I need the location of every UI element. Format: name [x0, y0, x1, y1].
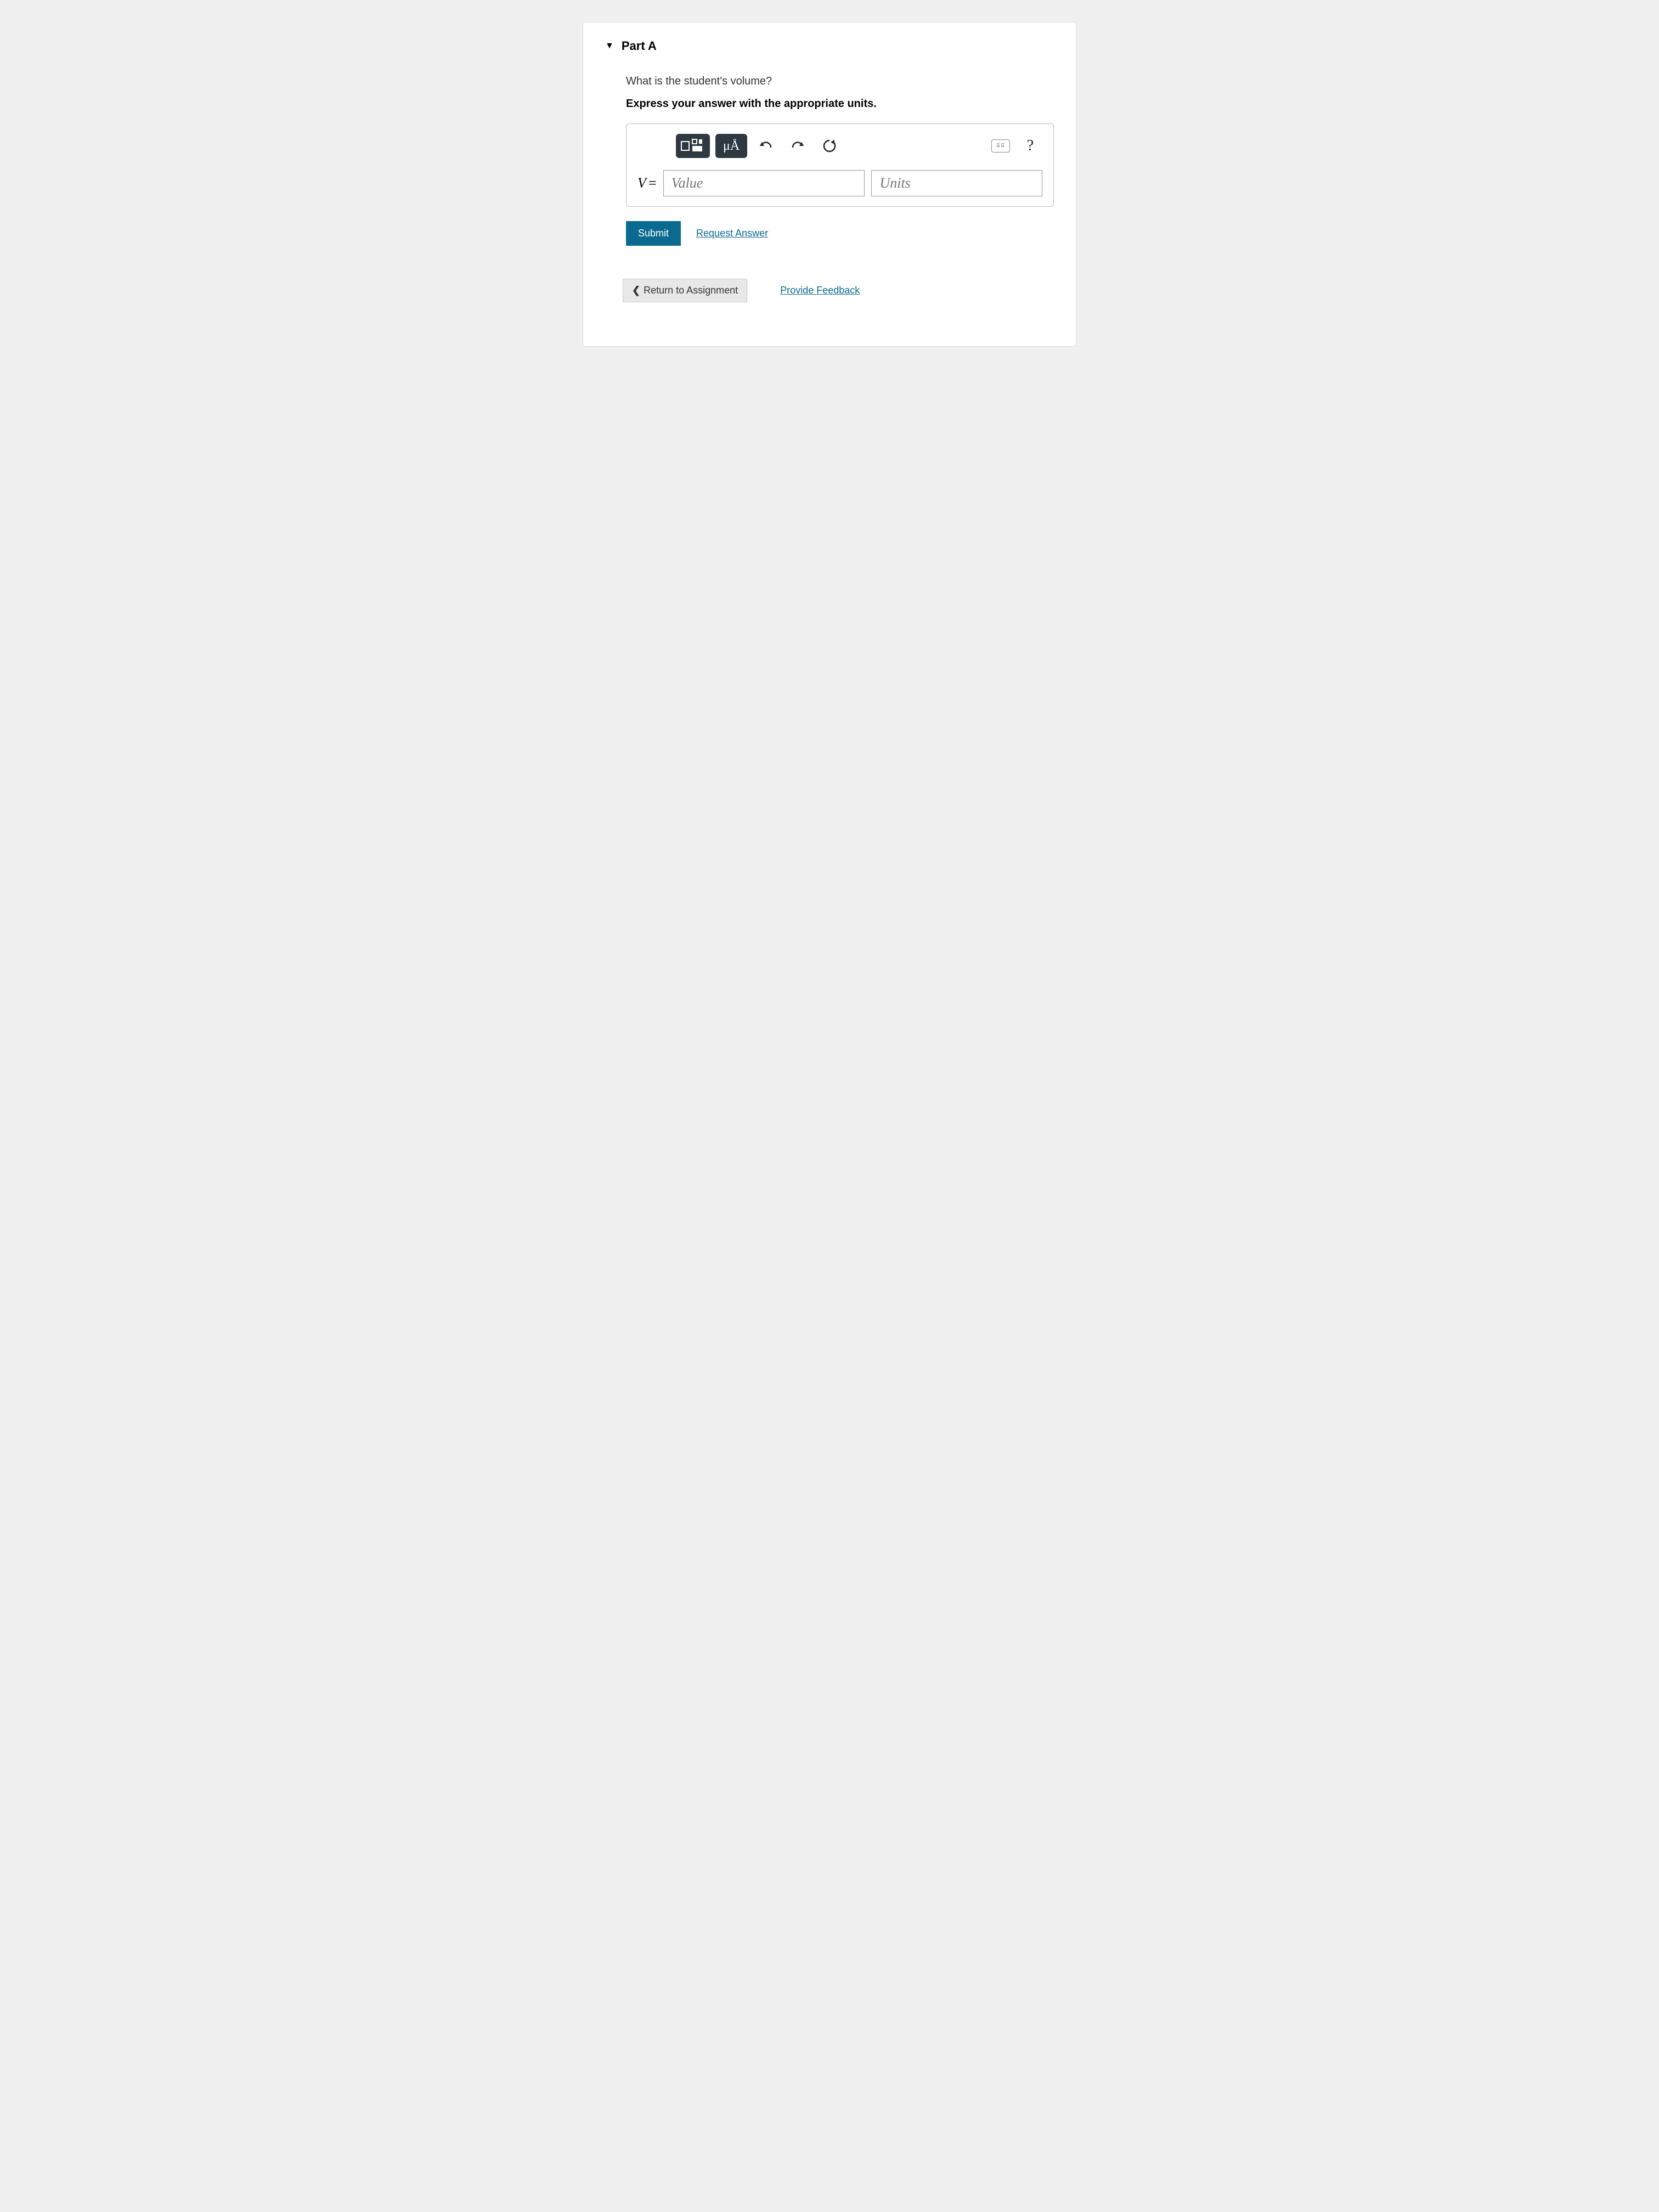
submit-button[interactable]: Submit — [626, 221, 681, 246]
provide-feedback-link[interactable]: Provide Feedback — [780, 285, 860, 296]
keyboard-icon: ⠿⠿ — [991, 139, 1010, 153]
reset-icon — [822, 139, 837, 153]
undo-icon — [759, 140, 773, 152]
return-to-assignment-button[interactable]: ❮ Return to Assignment — [623, 279, 747, 302]
help-button[interactable]: ? — [1018, 134, 1042, 158]
equation-toolbar: μÅ — [637, 134, 1042, 158]
redo-button[interactable] — [785, 134, 811, 158]
undo-button[interactable] — [753, 134, 779, 158]
reset-button[interactable] — [816, 134, 843, 158]
symbols-button[interactable]: μÅ — [715, 134, 747, 158]
variable-label: V= — [637, 175, 657, 191]
return-label: Return to Assignment — [644, 285, 738, 296]
answer-box: μÅ — [626, 123, 1054, 207]
templates-button[interactable] — [676, 134, 710, 158]
collapse-caret-icon[interactable]: ▼ — [605, 41, 614, 51]
keyboard-button[interactable]: ⠿⠿ — [989, 134, 1013, 158]
request-answer-link[interactable]: Request Answer — [696, 228, 768, 239]
symbols-label: μÅ — [720, 139, 743, 154]
redo-icon — [791, 140, 805, 152]
part-title: Part A — [622, 39, 657, 53]
instruction-text: Express your answer with the appropriate… — [626, 98, 1054, 110]
chevron-left-icon: ❮ — [632, 285, 640, 296]
units-input[interactable] — [871, 170, 1042, 196]
value-input[interactable] — [663, 170, 865, 196]
templates-icon — [680, 138, 706, 154]
question-text: What is the student's volume? — [626, 75, 1054, 88]
